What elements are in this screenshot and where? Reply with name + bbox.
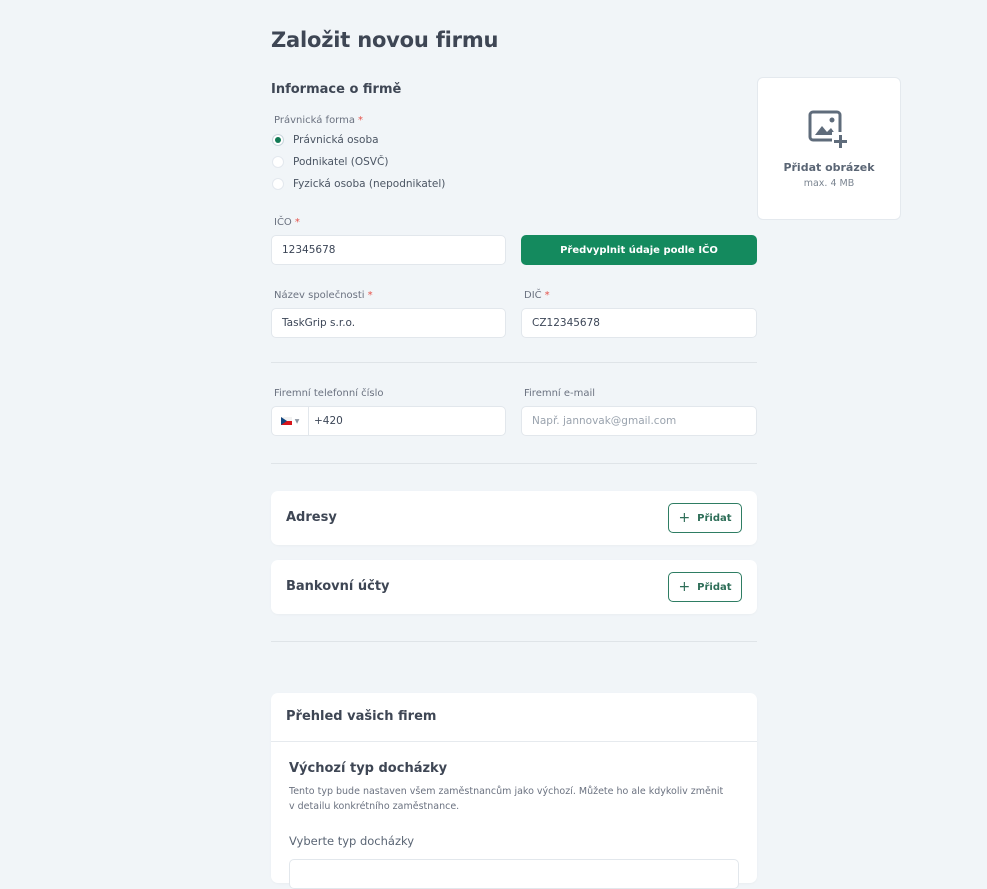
email-placeholder: Např. jannovak@gmail.com: [532, 415, 677, 427]
phone-value: +420: [314, 415, 343, 427]
required-mark: *: [358, 115, 363, 126]
dic-label: DIČ *: [524, 290, 550, 301]
radio-label: Fyzická osoba (nepodnikatel): [293, 178, 446, 190]
email-label: Firemní e-mail: [524, 388, 596, 399]
add-image-label: Přidat obrázek: [783, 161, 875, 174]
legal-form-label: Právnická forma *: [274, 115, 363, 126]
country-code-select[interactable]: ▼: [272, 407, 309, 435]
required-mark: *: [367, 290, 373, 301]
image-upload-card[interactable]: Přidat obrázek max. 4 MB: [757, 77, 901, 220]
required-mark: *: [544, 290, 550, 301]
card-divider: [271, 741, 757, 742]
chevron-down-icon: ▼: [294, 417, 300, 425]
plus-icon: +: [678, 579, 691, 595]
attendance-type-select[interactable]: [289, 859, 739, 889]
add-address-button[interactable]: + Přidat: [668, 503, 742, 533]
ico-input[interactable]: 12345678: [271, 235, 506, 265]
dic-input[interactable]: CZ12345678: [521, 308, 757, 338]
phone-label: Firemní telefonní číslo: [274, 388, 384, 399]
email-input[interactable]: Např. jannovak@gmail.com: [521, 406, 757, 436]
bank-accounts-title: Bankovní účty: [286, 579, 390, 594]
ico-label: IČO *: [274, 217, 300, 228]
attendance-select-label: Vyberte typ docházky: [289, 834, 415, 848]
prefill-by-ico-button[interactable]: Předvyplnit údaje podle IČO: [521, 235, 757, 265]
bank-accounts-card: Bankovní účty + Přidat: [271, 560, 757, 614]
radio-option-fyzicka-osoba[interactable]: Fyzická osoba (nepodnikatel): [272, 178, 445, 190]
czech-flag-icon: [280, 417, 292, 425]
section-title-company-info: Informace o firmě: [271, 82, 402, 97]
radio-label: Právnická osoba: [293, 134, 379, 146]
required-mark: *: [294, 217, 300, 228]
divider: [271, 641, 757, 642]
radio-button[interactable]: [272, 156, 284, 168]
radio-label: Podnikatel (OSVČ): [293, 156, 389, 168]
radio-button[interactable]: [272, 178, 284, 190]
page-title: Založit novou firmu: [271, 28, 499, 52]
add-image-hint: max. 4 MB: [803, 178, 855, 189]
company-name-input[interactable]: TaskGrip s.r.o.: [271, 308, 506, 338]
addresses-title: Adresy: [286, 510, 337, 525]
add-image-icon: [808, 110, 849, 149]
attendance-title: Výchozí typ docházky: [289, 761, 448, 776]
radio-option-podnikatel[interactable]: Podnikatel (OSVČ): [272, 156, 388, 168]
attendance-description: Tento typ bude nastaven všem zaměstnanců…: [289, 786, 724, 812]
divider: [271, 362, 757, 363]
radio-option-pravnicka-osoba[interactable]: Právnická osoba: [272, 134, 379, 146]
phone-input[interactable]: ▼ +420: [271, 406, 506, 436]
overview-title: Přehled vašich firem: [286, 709, 437, 724]
radio-button-checked[interactable]: [272, 134, 284, 146]
plus-icon: +: [678, 510, 691, 526]
company-name-label: Název společnosti *: [274, 290, 373, 301]
companies-overview-card: Přehled vašich firem Výchozí typ docházk…: [271, 693, 757, 889]
divider: [271, 463, 757, 464]
add-bank-account-button[interactable]: + Přidat: [668, 572, 742, 602]
addresses-card: Adresy + Přidat: [271, 491, 757, 545]
